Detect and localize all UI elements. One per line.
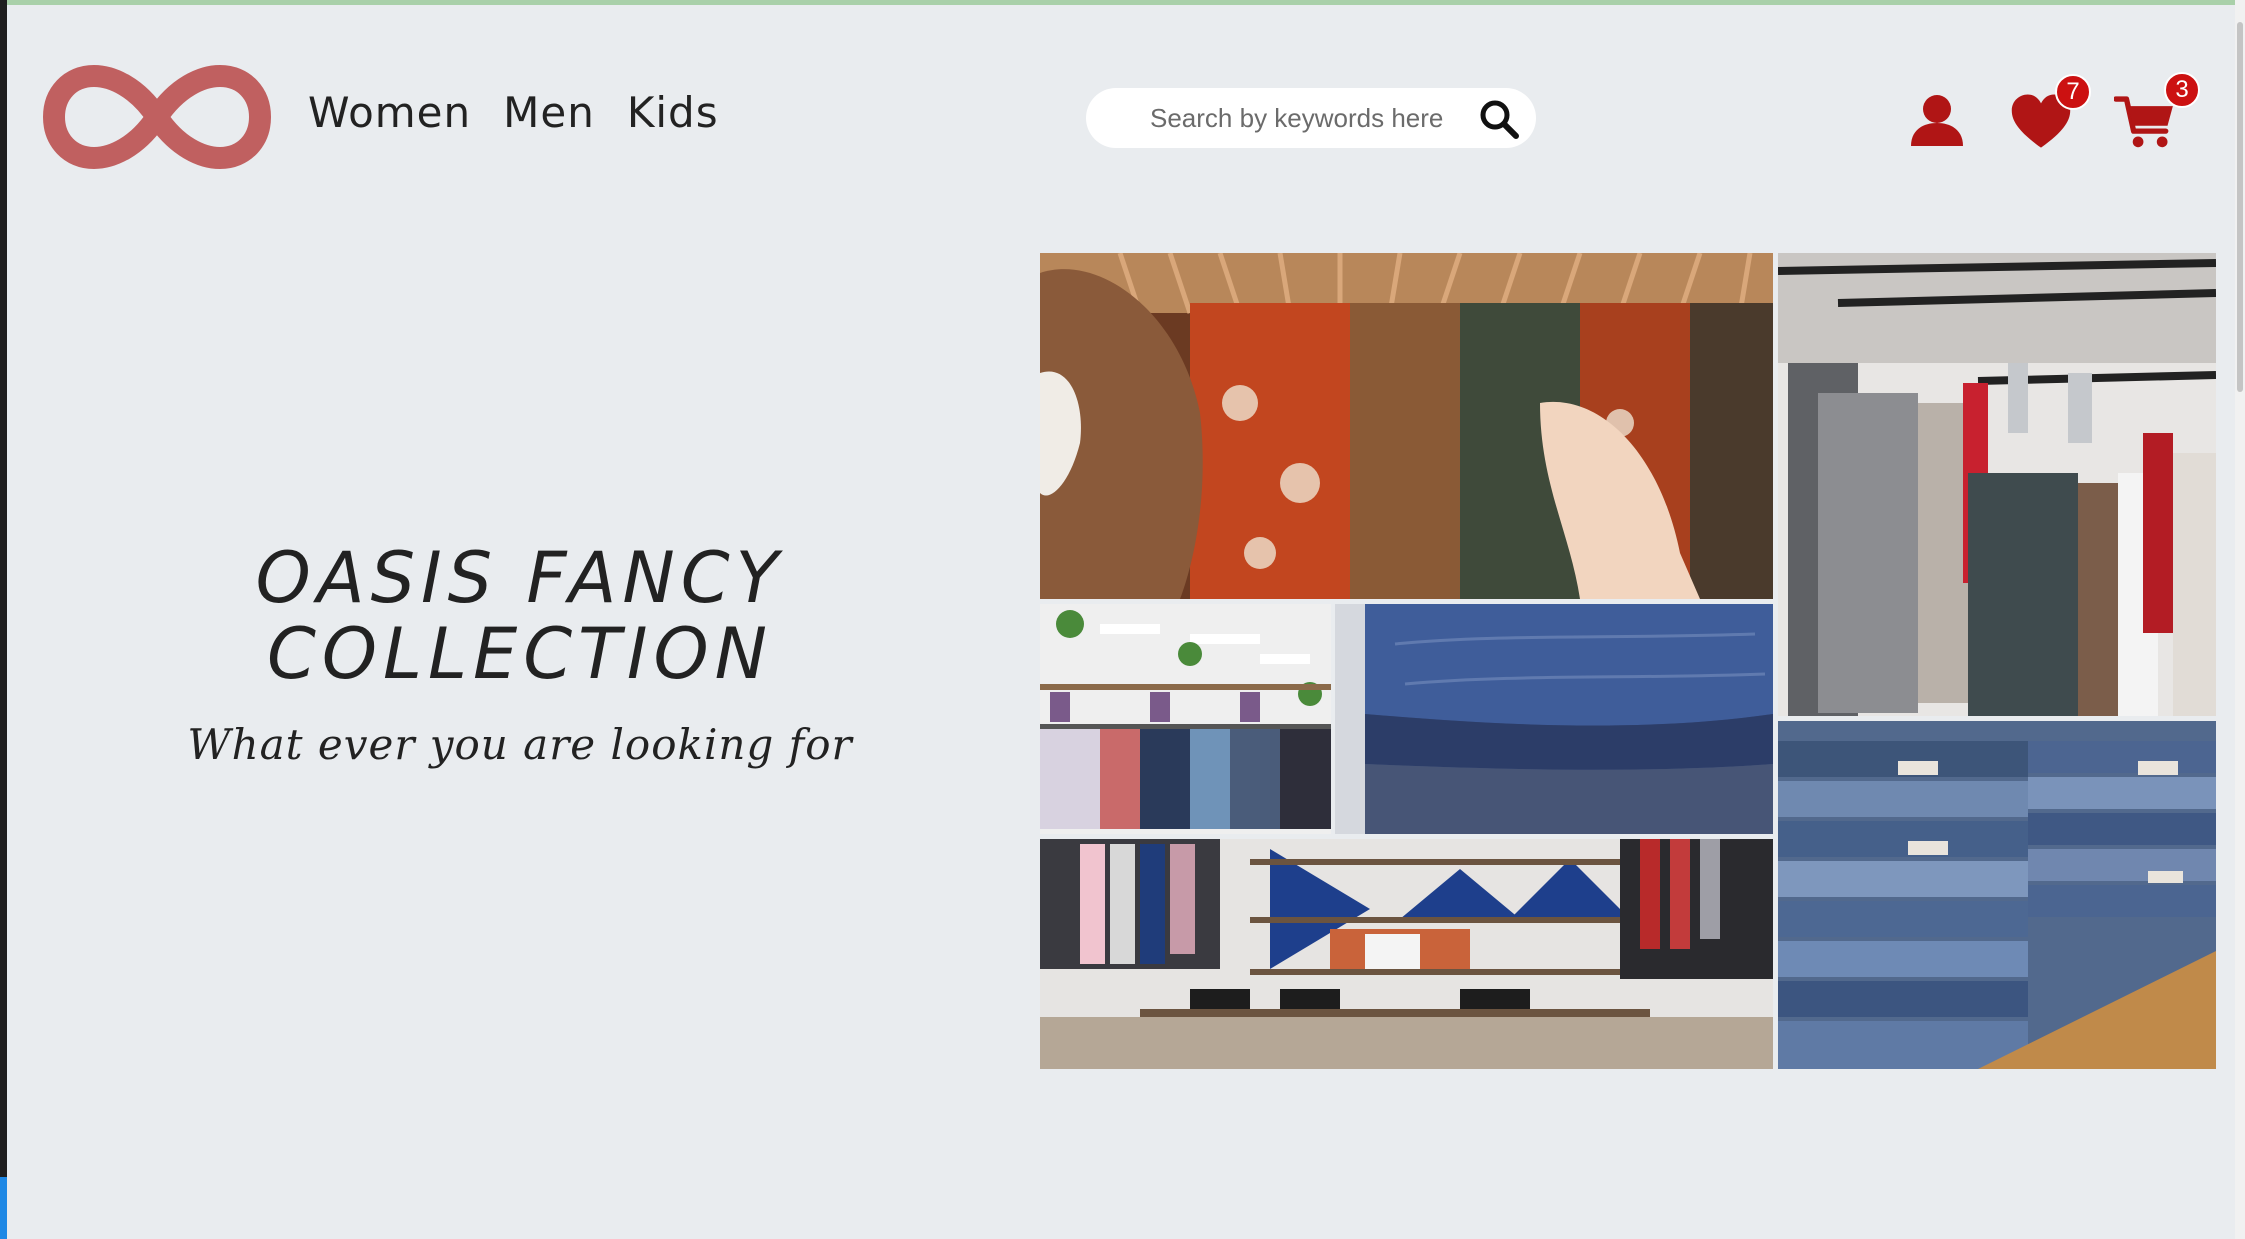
wishlist-button[interactable]: 7 — [2010, 74, 2091, 152]
hero-subtitle: What ever you are looking for — [187, 720, 853, 769]
nav-link-women[interactable]: Women — [308, 88, 471, 137]
main-nav: Women Men Kids — [308, 88, 719, 137]
scrollbar[interactable] — [2235, 0, 2245, 1239]
user-icon[interactable] — [1908, 92, 1966, 148]
cart-count-badge: 3 — [2164, 72, 2200, 108]
photo-shop-shelves[interactable] — [1040, 839, 1773, 1069]
photo-sweaters-on-hangers[interactable] — [1778, 253, 2216, 716]
hero-title-line-2: COLLECTION — [267, 613, 773, 695]
infinity-logo-icon[interactable] — [42, 62, 272, 172]
photo-browsing-clothes-rack[interactable] — [1040, 253, 1773, 599]
photo-stacked-jeans[interactable] — [1778, 721, 2216, 1069]
scrollbar-thumb[interactable] — [2237, 22, 2243, 392]
cart-button[interactable]: 3 — [2114, 72, 2200, 152]
nav-link-kids[interactable]: Kids — [627, 88, 719, 137]
search-input[interactable] — [1148, 101, 1472, 135]
search-icon[interactable] — [1478, 98, 1520, 140]
window-left-edge — [0, 0, 7, 1239]
photo-store-interior[interactable] — [1040, 604, 1331, 834]
nav-link-men[interactable]: Men — [503, 88, 595, 137]
photo-folded-denim[interactable] — [1335, 604, 1773, 834]
hero-title: OASIS FANCY COLLECTION — [130, 540, 910, 692]
wishlist-count-badge: 7 — [2055, 74, 2091, 110]
hero-title-line-1: OASIS FANCY — [255, 537, 785, 619]
search-bar — [1086, 88, 1536, 148]
top-accent-bar — [0, 0, 2245, 5]
window-left-indicator — [0, 1177, 7, 1239]
